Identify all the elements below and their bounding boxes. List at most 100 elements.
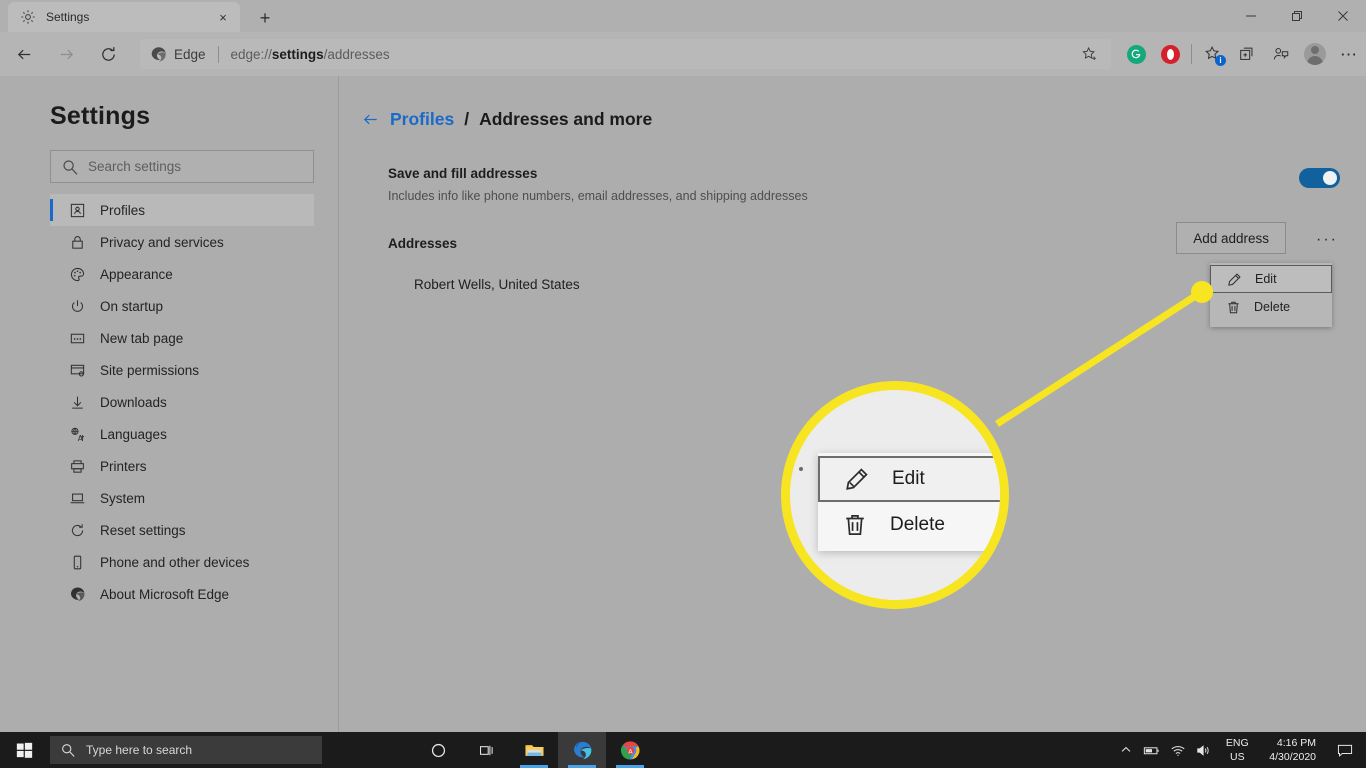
lock-icon: [68, 233, 86, 251]
magnified-menu-item-delete[interactable]: Delete: [818, 502, 1000, 548]
settings-page: Settings Profiles: [0, 76, 1366, 732]
magnified-content: Edit Delete: [790, 390, 1000, 600]
show-hidden-icons-chevron[interactable]: [1113, 732, 1139, 768]
sidebar-item-label: Reset settings: [100, 522, 186, 538]
language-indicator[interactable]: ENG US: [1217, 732, 1257, 768]
sidebar-item-site-permissions[interactable]: Site permissions: [50, 354, 314, 386]
sidebar-item-label: System: [100, 490, 146, 506]
divider: [217, 45, 219, 63]
address-entry-row: Robert Wells, United States ···: [388, 266, 1340, 302]
palette-icon: [68, 265, 86, 283]
extension-dot: [1126, 44, 1146, 64]
addresses-label: Addresses: [388, 235, 458, 251]
battery-icon[interactable]: [1139, 732, 1165, 768]
cortana-circle-icon[interactable]: [414, 732, 462, 768]
sidebar-item-label: Printers: [100, 458, 147, 474]
breadcrumb-separator: /: [464, 109, 470, 129]
pencil-icon: [844, 466, 870, 492]
languages-icon: A: [68, 425, 86, 443]
avatar-image: [1304, 43, 1326, 65]
search-settings-box[interactable]: [50, 150, 314, 183]
task-view-icon[interactable]: [462, 732, 510, 768]
new-tab-button[interactable]: +: [250, 4, 280, 32]
collections-icon[interactable]: [1230, 37, 1264, 71]
sidebar-item-languages[interactable]: A Languages: [50, 418, 314, 450]
minimize-icon[interactable]: [1228, 0, 1274, 32]
system-tray: ENG US 4:16 PM 4/30/2020: [1113, 732, 1366, 768]
add-address-button[interactable]: Add address: [1176, 222, 1286, 254]
taskbar-search-box[interactable]: Type here to search: [50, 736, 322, 764]
file-explorer-icon[interactable]: [510, 732, 558, 768]
action-center-icon[interactable]: [1328, 732, 1362, 768]
sidebar-item-privacy-and-services[interactable]: Privacy and services: [50, 226, 314, 258]
breadcrumb: Profiles / Addresses and more: [360, 109, 652, 130]
refresh-icon[interactable]: [90, 36, 126, 72]
clock[interactable]: 4:16 PM 4/30/2020: [1257, 732, 1328, 768]
sidebar-item-label: Languages: [100, 426, 167, 442]
download-arrow-icon: [68, 393, 86, 411]
browser-toolbar: Edge edge://settings/addresses i ⋯: [0, 32, 1366, 76]
edge-brand-badge: Edge: [150, 46, 206, 63]
address-entry-name: Robert Wells, United States: [414, 276, 580, 292]
sidebar-item-printers[interactable]: Printers: [50, 450, 314, 482]
wifi-icon[interactable]: [1165, 732, 1191, 768]
avatar[interactable]: [1298, 37, 1332, 71]
forward-arrow-icon: [48, 36, 84, 72]
restore-icon[interactable]: [1274, 0, 1320, 32]
search-icon: [61, 158, 79, 176]
save-and-fill-toggle[interactable]: [1299, 168, 1340, 188]
sidebar-item-appearance[interactable]: Appearance: [50, 258, 314, 290]
volume-icon[interactable]: [1191, 732, 1217, 768]
back-arrow-icon[interactable]: [6, 36, 42, 72]
search-input[interactable]: [88, 159, 303, 174]
context-menu-item-label: Edit: [1255, 272, 1277, 286]
windows-start-icon[interactable]: [0, 732, 48, 768]
tab-strip: Settings × +: [0, 0, 1366, 32]
extension-dot: [1160, 44, 1180, 64]
sidebar-item-reset-settings[interactable]: Reset settings: [50, 514, 314, 546]
search-icon: [60, 742, 76, 758]
star-plus-icon[interactable]: [1077, 42, 1101, 66]
context-menu-item-delete[interactable]: Delete: [1210, 293, 1332, 321]
address-bar[interactable]: Edge edge://settings/addresses: [140, 39, 1111, 69]
sidebar-item-system[interactable]: System: [50, 482, 314, 514]
sidebar-item-profiles[interactable]: Profiles: [50, 194, 314, 226]
language-line2: US: [1229, 751, 1245, 763]
close-icon[interactable]: ×: [214, 8, 232, 26]
magnified-menu-item-edit[interactable]: Edit: [818, 456, 1000, 502]
microsoft-edge-icon[interactable]: [558, 732, 606, 768]
settings-and-more-button[interactable]: ⋯: [1332, 37, 1366, 71]
close-icon[interactable]: [1320, 0, 1366, 32]
row-subtitle: Includes info like phone numbers, email …: [388, 189, 808, 203]
share-profile-icon[interactable]: [1264, 37, 1298, 71]
sidebar-item-label: Site permissions: [100, 362, 200, 378]
favorites-star-icon[interactable]: i: [1196, 37, 1230, 71]
sidebar-item-about-microsoft-edge[interactable]: About Microsoft Edge: [50, 578, 314, 610]
clock-date: 4/30/2020: [1269, 751, 1316, 763]
grammarly-extension-icon[interactable]: [1119, 37, 1153, 71]
magnified-menu-item-label: Delete: [890, 514, 945, 535]
sidebar-item-label: New tab page: [100, 330, 184, 346]
context-menu-item-edit[interactable]: Edit: [1210, 265, 1332, 293]
sidebar-item-phone-and-other-devices[interactable]: Phone and other devices: [50, 546, 314, 578]
pencil-icon: [1227, 272, 1242, 287]
addresses-more-options-button[interactable]: ···: [1314, 228, 1340, 252]
row-title: Save and fill addresses: [388, 166, 538, 181]
taskbar-search-placeholder: Type here to search: [86, 743, 193, 757]
page-title: Settings: [50, 102, 151, 130]
window-controls: [1228, 0, 1366, 32]
magnifier-callout: Edit Delete: [781, 381, 1009, 609]
opera-extension-icon[interactable]: [1153, 37, 1187, 71]
sidebar-item-downloads[interactable]: Downloads: [50, 386, 314, 418]
edge-brand-label: Edge: [174, 46, 206, 62]
sidebar-item-label: Privacy and services: [100, 234, 224, 250]
google-chrome-icon[interactable]: A: [606, 732, 654, 768]
breadcrumb-parent-link[interactable]: Profiles: [390, 109, 454, 130]
breadcrumb-current: Addresses and more: [479, 109, 653, 129]
back-arrow-icon[interactable]: [360, 110, 380, 130]
profile-card-icon: [68, 201, 86, 219]
browser-tab-settings[interactable]: Settings ×: [8, 2, 240, 32]
sidebar-item-on-startup[interactable]: On startup: [50, 290, 314, 322]
sidebar-item-new-tab-page[interactable]: New tab page: [50, 322, 314, 354]
edge-logo-icon: [150, 46, 167, 63]
